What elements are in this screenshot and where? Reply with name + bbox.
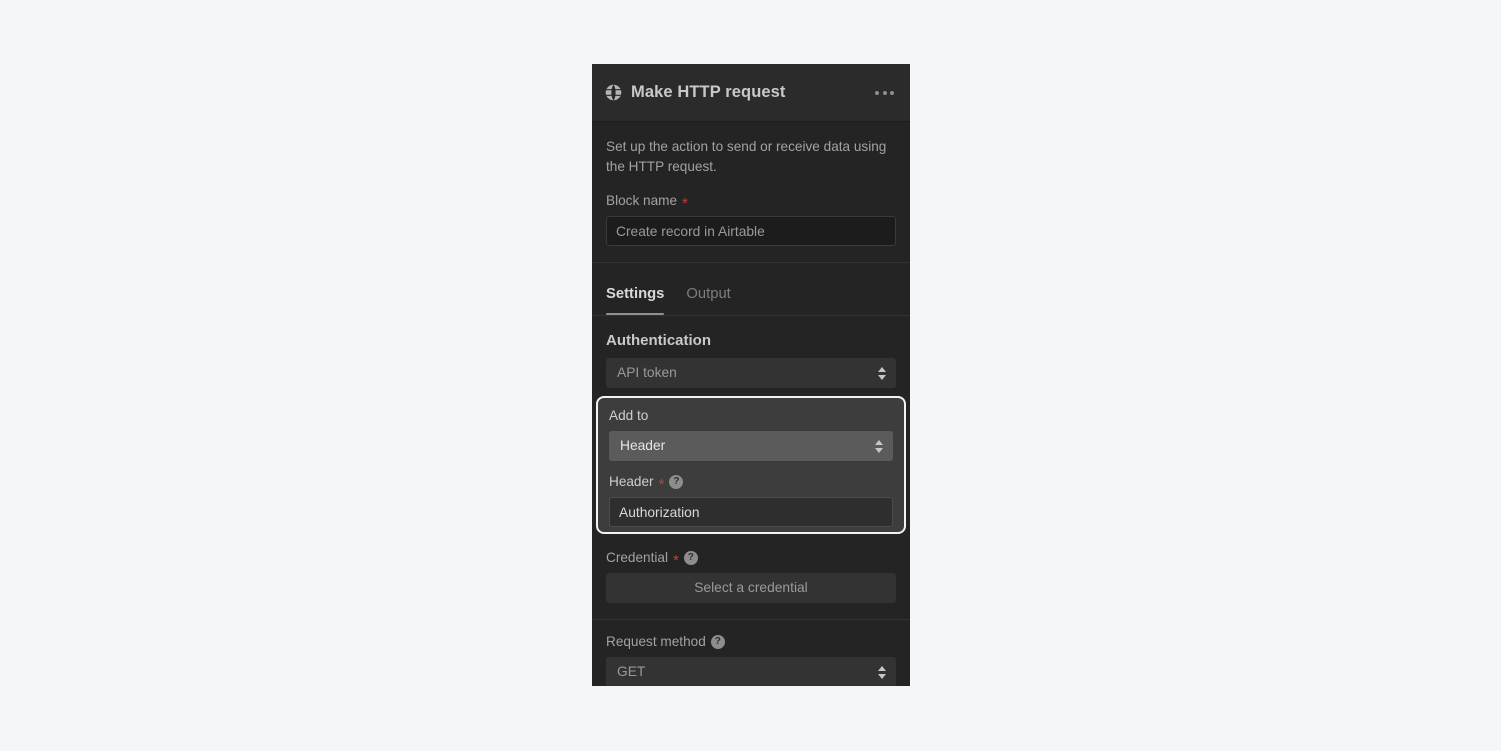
panel-header: Make HTTP request bbox=[592, 64, 910, 122]
credential-required-marker: * bbox=[672, 552, 679, 569]
add-to-label: Add to bbox=[609, 408, 893, 424]
panel-description-section: Set up the action to send or receive dat… bbox=[592, 122, 910, 262]
select-chevron-updown-icon bbox=[877, 657, 886, 686]
screen: Make HTTP request Set up the action to s… bbox=[0, 0, 1501, 751]
request-method-label: Request method ? bbox=[606, 634, 896, 650]
select-chevron-updown-icon bbox=[877, 358, 886, 388]
header-field-label-text: Header bbox=[609, 474, 654, 489]
request-method-help-icon[interactable]: ? bbox=[710, 635, 725, 649]
authentication-select[interactable]: API token bbox=[606, 358, 896, 388]
panel-tabs: Settings Output bbox=[592, 263, 910, 315]
header-field-label: Header * ? bbox=[609, 474, 893, 493]
select-chevron-updown-icon bbox=[874, 431, 883, 461]
credential-label-text: Credential bbox=[606, 550, 668, 565]
credential-label: Credential * ? bbox=[606, 550, 896, 569]
select-a-credential-button[interactable]: Select a credential bbox=[606, 573, 896, 603]
request-method-select[interactable]: GET bbox=[606, 657, 896, 686]
globe-icon bbox=[605, 84, 622, 101]
header-input[interactable]: Authorization bbox=[609, 497, 893, 527]
divider-above-request-method bbox=[592, 619, 910, 620]
highlighted-add-to-group: Add to Header Header * ? Authorization bbox=[596, 396, 906, 534]
authentication-heading: Authentication bbox=[606, 332, 711, 349]
block-name-required-marker: * bbox=[682, 195, 688, 212]
kebab-menu-icon[interactable] bbox=[873, 85, 896, 101]
request-method-label-text: Request method bbox=[606, 634, 706, 649]
request-method-select-value: GET bbox=[617, 664, 646, 679]
block-name-label-text: Block name bbox=[606, 193, 678, 208]
credential-help-icon[interactable]: ? bbox=[683, 551, 698, 565]
add-to-select-value: Header bbox=[620, 438, 666, 453]
add-to-select[interactable]: Header bbox=[609, 431, 893, 461]
header-help-icon[interactable]: ? bbox=[669, 475, 684, 489]
panel-title: Make HTTP request bbox=[631, 83, 786, 101]
authentication-select-value: API token bbox=[617, 365, 677, 380]
header-required-marker: * bbox=[658, 476, 665, 493]
request-method-section: Request method ? GET bbox=[592, 634, 910, 686]
block-name-label: Block name * bbox=[606, 193, 896, 212]
add-to-label-text: Add to bbox=[609, 408, 649, 423]
tab-settings[interactable]: Settings bbox=[606, 286, 665, 315]
panel-description: Set up the action to send or receive dat… bbox=[606, 139, 887, 174]
block-name-input[interactable]: Create record in Airtable bbox=[606, 216, 896, 246]
http-request-block-panel: Make HTTP request Set up the action to s… bbox=[592, 64, 910, 686]
tab-output[interactable]: Output bbox=[686, 286, 730, 315]
